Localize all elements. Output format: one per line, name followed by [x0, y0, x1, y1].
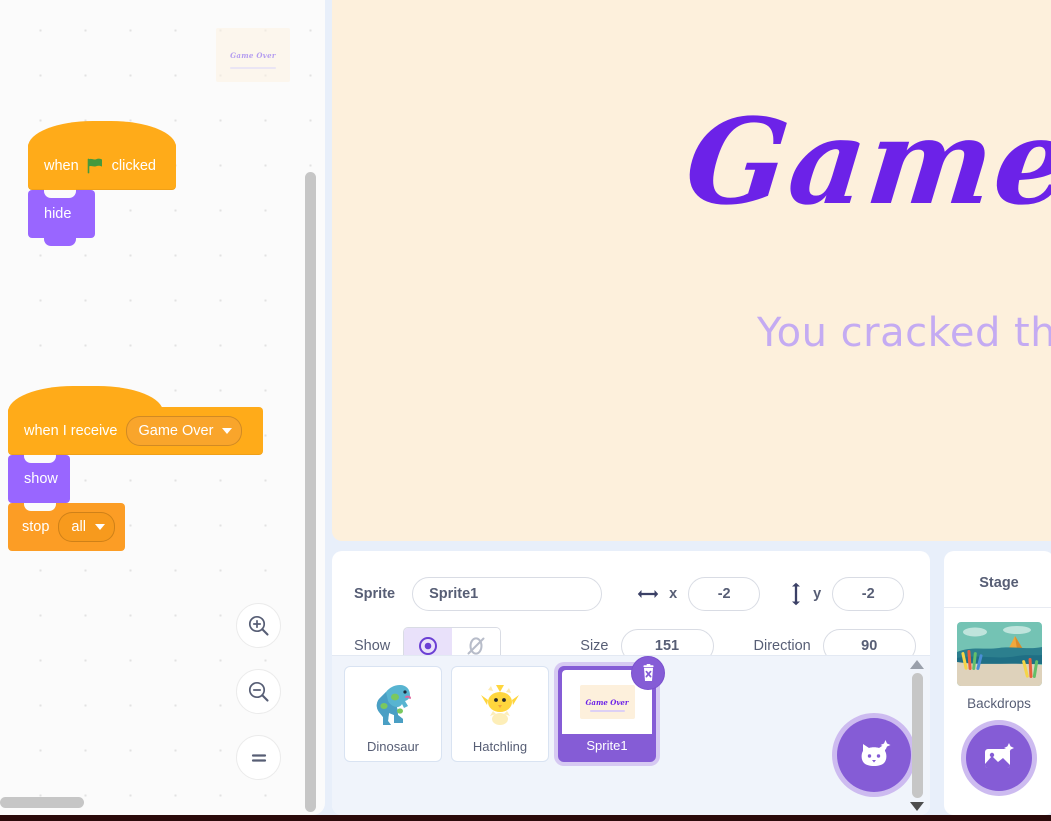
workspace-vertical-scrollbar[interactable] — [305, 172, 316, 812]
block-hide[interactable]: hide — [28, 190, 95, 246]
show-label: Show — [354, 638, 391, 654]
delete-sprite-button[interactable] — [631, 656, 665, 690]
sprite-tile-label: Dinosaur — [366, 739, 420, 754]
backdrops-label: Backdrops — [967, 696, 1031, 711]
watermark-underline — [230, 67, 276, 69]
size-value: 151 — [654, 638, 680, 654]
block-label-hide: hide — [44, 206, 72, 222]
workspace-horizontal-scrollbar[interactable] — [0, 797, 84, 808]
sprite-info-fields: Sprite Sprite1 x -2 y -2 Show Size 151 D… — [332, 551, 930, 665]
block-label-clicked: clicked — [111, 158, 156, 174]
workspace-sprite-watermark: Game Over — [216, 28, 290, 82]
dropdown-message-value: Game Over — [138, 423, 214, 439]
script-when-i-receive[interactable]: when I receive Game Over show stop all — [8, 386, 263, 551]
block-label-when: when — [44, 158, 79, 174]
sprite-name-value: Sprite1 — [429, 586, 479, 602]
game-over-card-icon: Game Over — [579, 685, 635, 719]
bottom-bar — [0, 815, 1051, 821]
hatchling-thumbnail-icon — [452, 675, 548, 735]
stage-game-over-title: Game Over — [679, 92, 1051, 231]
stage-canvas[interactable]: Game Over You cracked the hatchling! — [332, 0, 1051, 541]
sprite-selector: Dinosaur Hatchling Game Over Sprite1 — [332, 655, 930, 815]
sprite-info-panel: Sprite Sprite1 x -2 y -2 Show Size 151 D… — [332, 551, 930, 815]
sprite-tile-sprite1[interactable]: Game Over Sprite1 — [558, 656, 665, 762]
direction-value: 90 — [861, 638, 878, 654]
block-when-i-receive[interactable]: when I receive Game Over — [8, 386, 263, 462]
dropdown-stop-value: all — [71, 519, 86, 535]
zoom-reset-button[interactable] — [236, 735, 281, 780]
script-green-flag[interactable]: when clicked hide — [28, 121, 176, 246]
direction-label: Direction — [753, 638, 811, 654]
dinosaur-thumbnail-icon — [345, 675, 441, 735]
sprite-info-row-1: Sprite Sprite1 x -2 y -2 — [354, 577, 930, 611]
sprite-selector-scrollbar[interactable] — [910, 660, 924, 811]
sprite-tile-dinosaur[interactable]: Dinosaur — [344, 666, 442, 762]
chevron-down-icon — [94, 524, 105, 530]
zoom-in-button[interactable] — [236, 603, 281, 648]
workspace-zoom-controls — [236, 603, 281, 801]
sprite-tile-label: Hatchling — [472, 739, 528, 754]
y-value: -2 — [861, 586, 875, 602]
block-label-stop: stop — [22, 519, 50, 535]
y-input[interactable]: -2 — [832, 577, 905, 611]
mini-card-title: Game Over — [585, 697, 629, 707]
block-show[interactable]: show — [8, 455, 70, 511]
size-label: Size — [580, 638, 609, 654]
sprite-name-input[interactable]: Sprite1 — [412, 577, 603, 611]
stage-selector-panel: Stage Backdrops — [944, 551, 1051, 815]
zoom-out-button[interactable] — [236, 669, 281, 714]
scratch-editor: Game Over when clicked hide when I recei… — [0, 0, 1051, 821]
dropdown-message[interactable]: Game Over — [125, 416, 243, 446]
stage-subtitle: You cracked the hatchling! — [757, 310, 1051, 356]
x-input[interactable]: -2 — [688, 577, 761, 611]
scroll-down-icon[interactable] — [910, 802, 924, 811]
dropdown-stop-option[interactable]: all — [58, 512, 115, 542]
watermark-title: Game Over — [230, 50, 276, 60]
block-label-show: show — [24, 471, 58, 487]
stage-panel-title: Stage — [944, 551, 1051, 608]
scroll-track[interactable] — [911, 673, 923, 798]
x-label: x — [669, 586, 678, 602]
backdrop-thumbnail[interactable] — [956, 622, 1042, 686]
scroll-up-icon[interactable] — [910, 660, 924, 669]
add-backdrop-button[interactable] — [966, 725, 1032, 791]
x-value: -2 — [717, 586, 731, 602]
mini-card-underline — [589, 710, 625, 712]
horizontal-arrow-icon — [637, 587, 659, 601]
block-when-green-flag-clicked[interactable]: when clicked — [28, 121, 176, 197]
sprite-name-label: Sprite — [354, 586, 396, 602]
y-label: y — [813, 586, 822, 602]
code-workspace[interactable]: Game Over when clicked hide when I recei… — [0, 0, 325, 815]
green-flag-icon — [87, 158, 104, 174]
add-sprite-button[interactable] — [837, 718, 911, 792]
vertical-arrow-icon — [789, 582, 803, 606]
block-label-when-i-receive: when I receive — [24, 423, 118, 439]
sprite-tile-label: Sprite1 — [586, 738, 628, 753]
sprite-tile-hatchling[interactable]: Hatchling — [451, 666, 549, 762]
block-stop[interactable]: stop all — [8, 503, 125, 551]
chevron-down-icon — [222, 428, 233, 434]
